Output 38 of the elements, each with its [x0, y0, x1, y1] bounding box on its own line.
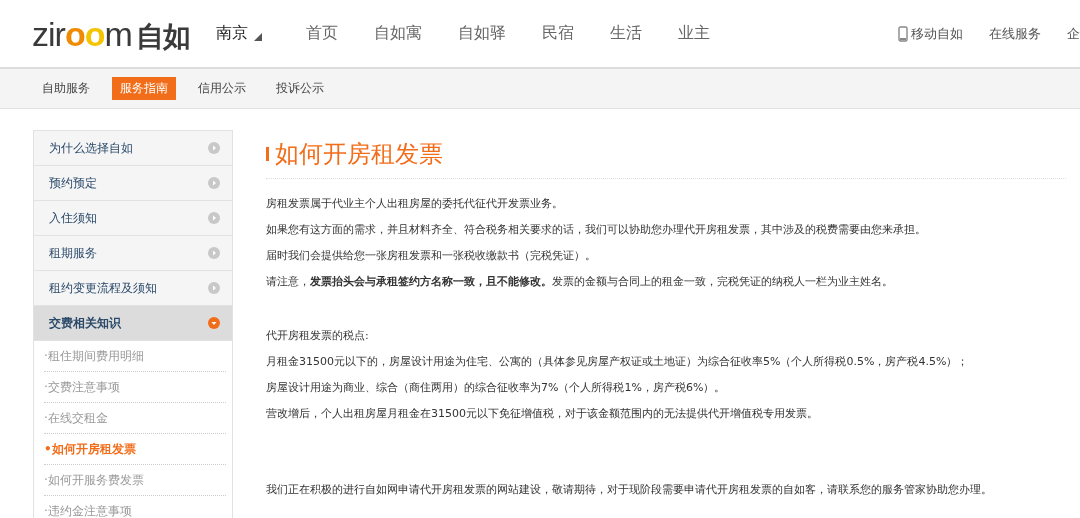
paragraph: 营改增后，个人出租房屋月租金在31500元以下免征增值税，对于该金额范围内的无法提供代开增值税专用发票。 [266, 406, 819, 422]
paragraph: 房屋设计用途为商业、综合（商住两用）的综合征收率为7%（个人所得税1%，房产税6%）。 [266, 380, 727, 396]
nav-link[interactable]: 首页 [305, 23, 338, 44]
nav-link[interactable]: 生活 [609, 23, 642, 44]
subnav-tab[interactable]: 自助服务 [34, 77, 98, 100]
sidebar-item[interactable]: 租约变更流程及须知 [34, 271, 232, 306]
sidebar-item[interactable]: 入住须知 [34, 201, 232, 236]
paragraph: 月租金31500元以下的，房屋设计用途为住宅、公寓的（具体参见房屋产权证或土地证）为综合征收率5%（个人所得税0.5%，房产税4.5%）； [266, 354, 970, 370]
phone-icon [898, 25, 908, 42]
subnav-tab[interactable]: 投诉公示 [268, 77, 332, 100]
sidebar-label: 租约变更流程及须知 [49, 279, 157, 297]
sidebar-label: 预约预定 [49, 174, 97, 192]
logo[interactable]: ziroom 自如 [32, 16, 190, 51]
sidebar-item[interactable]: 交费相关知识 [34, 306, 232, 341]
header-link[interactable]: 企 [1067, 24, 1080, 43]
sidebar-label: 交费相关知识 [49, 314, 121, 332]
paragraph: 代开房租发票的税点: [266, 328, 370, 344]
nav-link[interactable]: 业主 [677, 23, 710, 44]
header-link[interactable]: 移动自如 [898, 24, 963, 43]
sidebar-label: 为什么选择自如 [49, 139, 133, 157]
subnav-tab[interactable]: 信用公示 [190, 77, 254, 100]
city-selector[interactable]: 南京 [215, 23, 262, 44]
nav-link[interactable]: 民宿 [541, 23, 574, 44]
header-link[interactable]: 在线服务 [989, 24, 1041, 43]
sidebar-item[interactable]: 为什么选择自如 [34, 131, 232, 166]
paragraph: 我们正在积极的进行自如网申请代开房租发票的网站建设，敬请期待，对于现阶段需要申请代开房租发票的自如客，请联系您的服务管家协助您办理。 [266, 482, 993, 498]
sidebar-label: 入住须知 [49, 209, 97, 227]
paragraph: 请注意，发票抬头会与承租签约方名称一致，且不能修改。发票的金额与合同上的租金一致，完税凭证的纳税人一栏为业主姓名。 [266, 274, 894, 290]
paragraph: 房租发票属于代业主个人出租房屋的委托代征代开发票业务。 [266, 196, 564, 212]
paragraph: 届时我们会提供给您一张房租发票和一张税收缴款书（完税凭证）。 [266, 248, 597, 264]
paragraph: 如果您有这方面的需求，并且材料齐全、符合税务相关要求的话，我们可以协助您办理代开房租发票，其中涉及的税费需要由您来承担。 [266, 222, 927, 238]
nav-link[interactable]: 自如驿 [457, 23, 506, 44]
article-title: 如何开房租发票 [266, 138, 1066, 179]
sidebar-item[interactable]: 预约预定 [34, 166, 232, 201]
caret-icon [253, 32, 262, 41]
nav-link[interactable]: 自如寓 [373, 23, 422, 44]
sidebar-label: 租期服务 [49, 244, 97, 262]
sidebar-item[interactable]: 租期服务 [34, 236, 232, 271]
